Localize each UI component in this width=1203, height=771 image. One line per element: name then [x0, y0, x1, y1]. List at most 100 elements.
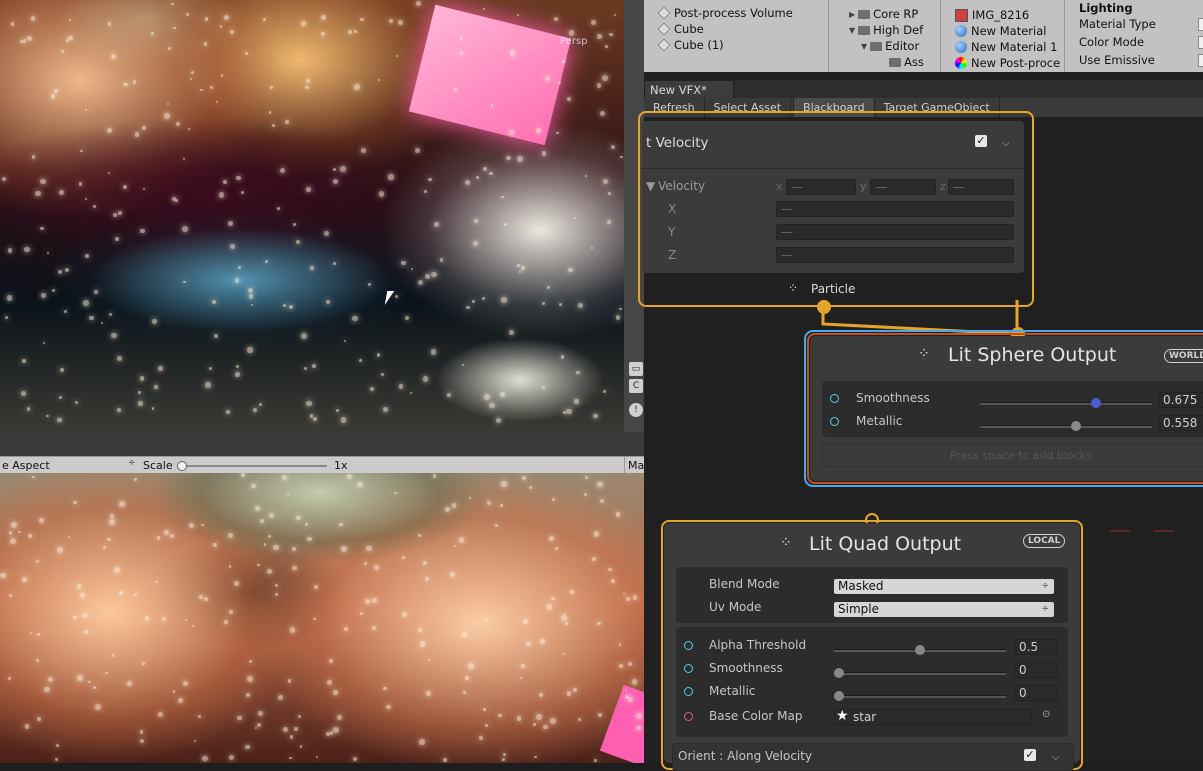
scene-view[interactable]: Persp — [0, 0, 624, 432]
slider-knob[interactable] — [1091, 398, 1101, 408]
particle-sprite — [378, 191, 384, 197]
maximize-on-play-button[interactable]: Ma — [628, 459, 644, 472]
folder-item[interactable]: Ass — [889, 54, 924, 70]
vfx-window-tab[interactable]: New VFX* — [644, 80, 734, 98]
lit-quad-output-node[interactable]: ⁘ Lit Quad Output LOCAL Blend Mode Maske… — [664, 523, 1080, 771]
scale-slider[interactable] — [180, 465, 327, 467]
velocity-x-field[interactable]: — — [786, 179, 856, 195]
metallic-slider[interactable] — [834, 691, 1006, 701]
slider-knob[interactable] — [915, 645, 925, 655]
particle-sprite — [84, 197, 88, 200]
folder-item[interactable]: ▶ Core RP — [849, 6, 918, 22]
particle-sprite — [516, 155, 523, 162]
info-icon[interactable]: ! — [629, 403, 643, 417]
block-enabled-checkbox[interactable]: ✓ — [975, 135, 987, 147]
asset-item[interactable]: New Material 1 — [955, 39, 1057, 55]
object-picker-icon[interactable]: ⊙ — [1042, 709, 1050, 720]
texture-object-field[interactable]: star — [834, 709, 1032, 725]
side-button-icon[interactable]: C — [629, 379, 643, 393]
metallic-field[interactable]: 0 — [1014, 685, 1058, 701]
particle-sprite — [113, 212, 117, 217]
space-badge[interactable]: LOCAL — [1023, 534, 1066, 548]
particle-sprite — [278, 695, 284, 701]
base-color-map-input-port[interactable] — [684, 712, 693, 721]
uv-mode-dropdown[interactable]: Simple — [834, 602, 1054, 617]
game-view[interactable] — [0, 473, 644, 763]
particle-sprite — [40, 226, 44, 231]
set-velocity-block[interactable]: t Velocity ✓ ⌵ ▼ Velocity x — y — z — X … — [642, 121, 1024, 273]
blend-mode-dropdown[interactable]: Masked — [834, 579, 1054, 594]
slider-knob[interactable] — [834, 691, 844, 701]
slider-knob[interactable] — [834, 668, 844, 678]
metallic-input-port[interactable] — [830, 417, 839, 426]
particle-sprite — [105, 672, 108, 675]
side-button-icon[interactable]: ▭ — [629, 362, 643, 376]
particle-sprite — [584, 476, 588, 480]
smoothness-input-port[interactable] — [830, 394, 839, 403]
aspect-dropdown[interactable]: e Aspect — [2, 459, 50, 472]
collapse-arrow-icon[interactable]: ▼ — [849, 26, 855, 35]
particle-sprite — [269, 111, 272, 114]
particle-sprite — [419, 641, 426, 647]
folder-icon — [858, 9, 871, 19]
hierarchy-item[interactable]: Post-process Volume — [657, 5, 793, 21]
vfx-graph-canvas[interactable]: t Velocity ✓ ⌵ ▼ Velocity x — y — z — X … — [638, 111, 1203, 771]
particle-sprite — [0, 572, 6, 579]
inspector-field[interactable] — [1198, 36, 1203, 49]
particle-sprite — [468, 496, 471, 499]
particle-sprite — [340, 417, 346, 423]
alpha-threshold-input-port[interactable] — [684, 641, 693, 650]
smoothness-field[interactable]: 0 — [1014, 662, 1058, 678]
particle-sprite — [593, 531, 600, 537]
component-z-field[interactable]: — — [776, 247, 1014, 263]
particle-sprite — [500, 504, 503, 507]
metallic-input-port[interactable] — [684, 687, 693, 696]
metallic-field[interactable]: 0.558 — [1158, 415, 1203, 431]
flow-output-port[interactable] — [817, 300, 831, 314]
chevron-down-icon[interactable]: ⌵ — [1002, 138, 1010, 149]
hierarchy-item[interactable]: Cube — [657, 21, 704, 37]
inspector-checkbox[interactable] — [1198, 54, 1203, 67]
asset-item[interactable]: IMG_8216 — [955, 7, 1029, 23]
asset-item[interactable]: New Material — [955, 23, 1046, 39]
velocity-z-field[interactable]: — — [948, 179, 1014, 195]
alpha-threshold-slider[interactable] — [834, 645, 1006, 655]
scale-slider-knob[interactable] — [177, 461, 187, 471]
hierarchy-item[interactable]: Cube (1) — [657, 37, 724, 53]
chevron-down-icon[interactable]: ⌵ — [1052, 752, 1060, 763]
alpha-threshold-field[interactable]: 0.5 — [1014, 639, 1058, 655]
smoothness-slider[interactable] — [834, 668, 1006, 678]
lit-sphere-output-node[interactable]: ⁘ Lit Sphere Output WORLD Smoothness 0.6… — [810, 336, 1203, 481]
particle-sprite — [603, 179, 609, 185]
particle-sprite — [36, 632, 40, 636]
inspector-field[interactable] — [1198, 18, 1203, 31]
inspector-panel: Lighting Material Type Color Mode Use Em… — [1064, 0, 1203, 72]
particle-sprite — [214, 333, 219, 338]
particle-sprite — [295, 239, 300, 244]
smoothness-input-port[interactable] — [684, 664, 693, 673]
particle-sprite — [312, 416, 317, 421]
slider-knob[interactable] — [1071, 421, 1081, 431]
particle-sprite — [190, 70, 194, 74]
particle-sprite — [333, 727, 339, 734]
particle-sprite — [383, 406, 389, 412]
collapse-arrow-icon[interactable]: ▼ — [861, 42, 867, 51]
smoothness-slider[interactable] — [980, 398, 1152, 408]
metallic-slider[interactable] — [980, 421, 1152, 431]
dropdown-arrow-icon[interactable]: ÷ — [128, 458, 136, 468]
velocity-y-field[interactable]: — — [870, 179, 936, 195]
asset-item[interactable]: New Post-proce — [955, 55, 1060, 71]
component-x-field[interactable]: — — [776, 201, 1014, 217]
component-y-field[interactable]: — — [776, 224, 1014, 240]
folder-item[interactable]: ▼ Editor — [861, 38, 919, 54]
folder-item[interactable]: ▼ High Def — [849, 22, 923, 38]
particle-sprite — [55, 743, 60, 748]
expand-arrow-icon[interactable]: ▶ — [849, 10, 855, 19]
particle-sprite — [84, 109, 87, 112]
orient-enabled-checkbox[interactable]: ✓ — [1024, 749, 1036, 761]
space-badge[interactable]: WORLD — [1164, 349, 1203, 363]
particle-sprite — [268, 512, 275, 519]
particle-sprite — [263, 543, 266, 546]
smoothness-field[interactable]: 0.675 — [1158, 392, 1203, 408]
expand-arrow-icon[interactable]: ▼ — [646, 179, 655, 193]
